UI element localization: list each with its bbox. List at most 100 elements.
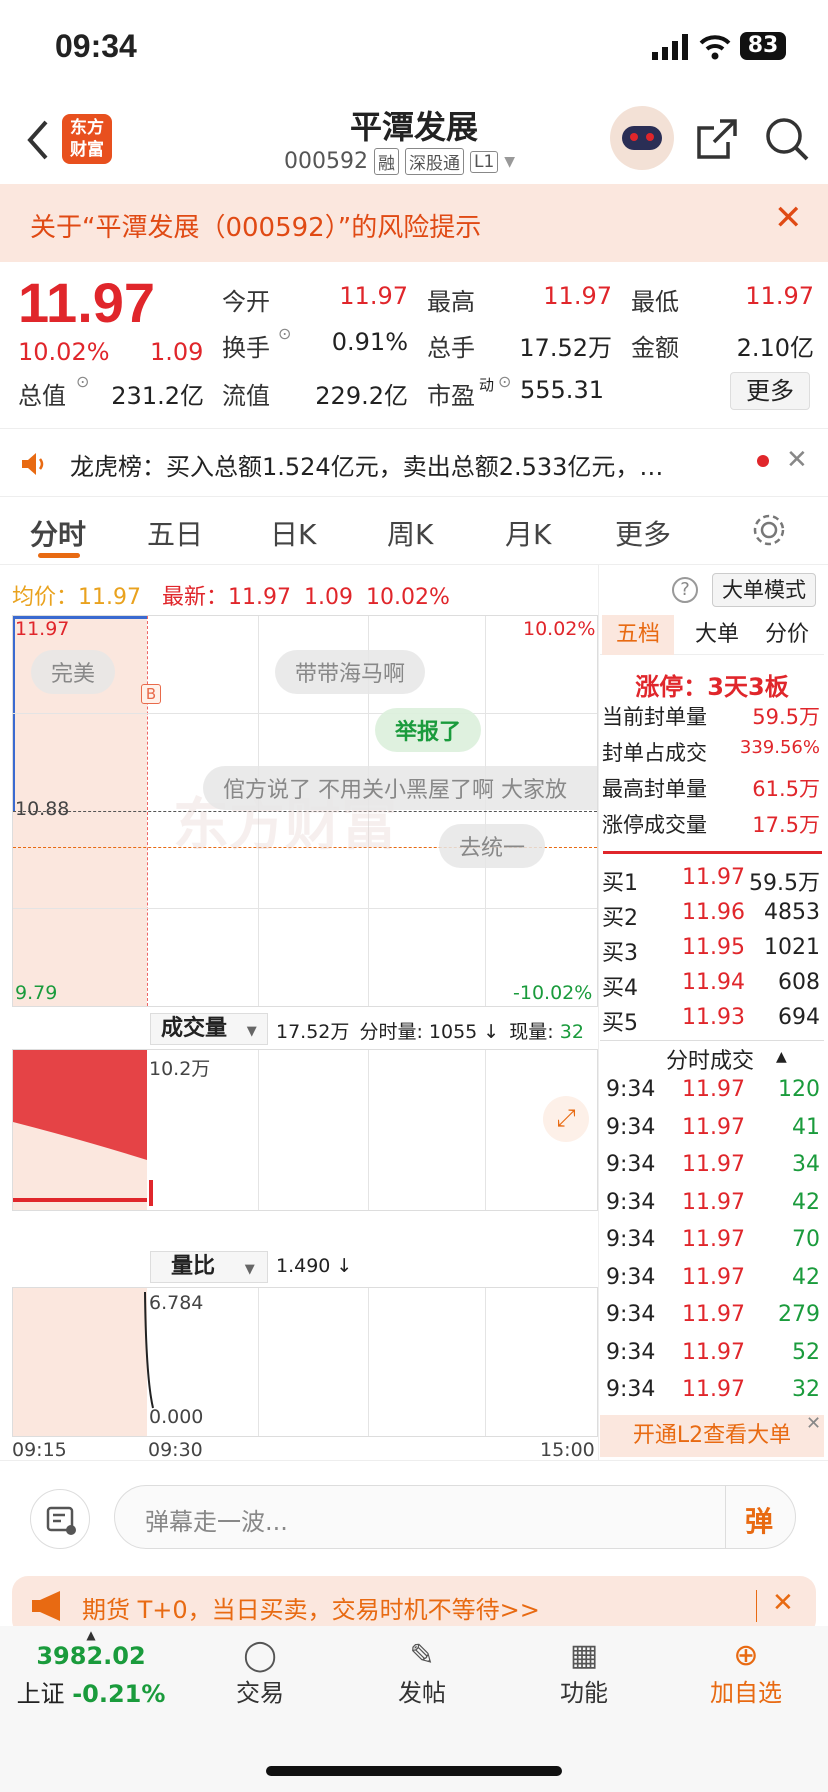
bid-row[interactable]: 买3 11.95 1021 — [602, 935, 822, 971]
stock-code-line[interactable]: 000592 融 深股通 L1 ▼ — [284, 148, 515, 175]
bid-row[interactable]: 买2 11.96 4853 — [602, 900, 822, 936]
limit-up-row: 涨停成交量 17.5万 — [602, 809, 822, 845]
danmaku-send-button[interactable]: 弹 — [745, 1500, 773, 1540]
volume-selector[interactable]: 成交量 ▼ — [150, 1013, 268, 1045]
notice-bar[interactable]: 龙虎榜：买入总额1.524亿元，卖出总额2.533亿元，… ✕ — [0, 428, 828, 497]
tag-margin: 融 — [373, 148, 399, 175]
caret-down-icon: ▼ — [246, 1024, 257, 1039]
tick-price: 11.97 — [682, 1077, 745, 1102]
tab-day-k[interactable]: 日K — [270, 513, 316, 553]
amount-value: 2.10亿 — [736, 334, 814, 362]
bid-price: 11.94 — [682, 970, 745, 995]
amount-label: 金额 — [631, 334, 679, 362]
danmaku-bubble: 带带海马啊 — [275, 650, 426, 694]
high-value: 11.97 — [543, 282, 612, 310]
bid-price: 11.93 — [682, 1005, 745, 1030]
now-value: 32 — [559, 1021, 584, 1043]
close-icon[interactable]: ✕ — [772, 1588, 794, 1618]
danmaku-settings-icon[interactable] — [30, 1489, 90, 1549]
tab-level5[interactable]: 五档 — [602, 615, 674, 655]
volume-total: 17.52万 — [276, 1021, 350, 1043]
pct-bottom-label: -10.02% — [513, 982, 593, 1004]
tab-month-k[interactable]: 月K — [505, 513, 551, 553]
risk-banner[interactable]: 关于“平潭发展（000592）”的风险提示 ✕ — [0, 184, 828, 262]
close-icon[interactable]: ✕ — [806, 1413, 821, 1434]
volume-chart[interactable]: 10.2万 ⤢ — [12, 1049, 598, 1211]
search-icon[interactable] — [764, 116, 810, 162]
close-icon[interactable]: ✕ — [786, 445, 808, 475]
info-icon[interactable]: ⊙ — [76, 372, 89, 391]
pe-sup: 动 — [479, 376, 495, 394]
limit-up-label: 最高封单量 — [602, 777, 707, 801]
ratio-chart[interactable]: 6.784 0.000 — [12, 1287, 598, 1437]
bid-volume: 4853 — [764, 900, 820, 925]
wifi-icon — [699, 35, 731, 60]
help-icon[interactable]: ? — [672, 577, 698, 603]
nav-functions[interactable]: ▦ 功能 — [514, 1638, 654, 1708]
bid-label: 买4 — [602, 976, 638, 1001]
bid-row[interactable]: 买1 11.97 59.5万 — [602, 865, 822, 901]
info-icon[interactable]: ⊙ — [498, 372, 511, 391]
info-icon[interactable]: ⊙ — [278, 324, 291, 343]
tick-row: 9:34 11.97 42 — [606, 1265, 824, 1303]
tick-volume: 32 — [792, 1377, 820, 1402]
tab-price-dist[interactable]: 分价 — [752, 615, 822, 655]
bid-label: 买5 — [602, 1011, 638, 1036]
bid-row[interactable]: 买5 11.93 694 — [602, 1005, 822, 1041]
high-label: 最高 — [427, 288, 475, 316]
tick-row: 9:34 11.97 70 — [606, 1227, 824, 1265]
limit-up-row: 最高封单量 61.5万 — [602, 773, 822, 809]
market-index[interactable]: ▲ 3982.02 上证 -0.21% — [16, 1628, 166, 1709]
nav-post[interactable]: ✎ 发帖 — [352, 1638, 492, 1708]
price-chart[interactable]: 11.97 10.88 9.79 10.02% -10.02% B 东方财富 完… — [12, 615, 598, 1007]
expand-icon[interactable]: ⤢ — [543, 1096, 589, 1142]
tab-indicator — [38, 553, 80, 558]
tab-five-day[interactable]: 五日 — [147, 513, 203, 553]
danmaku-input[interactable]: 弹幕走一波... 弹 — [114, 1485, 796, 1549]
bid-volume: 694 — [778, 1005, 820, 1030]
gear-icon[interactable] — [752, 513, 786, 547]
nav-add-watchlist[interactable]: ⊕ 加自选 — [676, 1638, 816, 1708]
more-button[interactable]: 更多 — [730, 372, 810, 410]
per-min-value: 1055 ↓ — [428, 1021, 500, 1043]
index-name: 上证 — [16, 1680, 65, 1708]
tick-volume: 34 — [792, 1152, 820, 1177]
close-icon[interactable]: ✕ — [774, 198, 803, 238]
battery-icon: 83 — [740, 32, 786, 60]
bid-label: 买2 — [602, 906, 638, 931]
tick-volume: 52 — [792, 1339, 820, 1365]
bid-label: 买3 — [602, 941, 638, 966]
ratio-bottom-label: 0.000 — [149, 1406, 204, 1428]
ratio-selector[interactable]: 量比 ▼ — [150, 1251, 268, 1283]
y-top-label: 11.97 — [15, 618, 70, 640]
open-label: 今开 — [222, 288, 270, 316]
ticks-title[interactable]: 分时成交 — [666, 1043, 754, 1075]
notice-text: 龙虎榜：买入总额1.524亿元，卖出总额2.533亿元，… — [70, 453, 664, 481]
limit-up-row: 封单占成交 339.56% — [602, 737, 822, 773]
robot-avatar-icon[interactable] — [610, 106, 674, 170]
buy-marker[interactable]: B — [141, 684, 161, 704]
tab-intraday[interactable]: 分时 — [30, 513, 86, 553]
pct-top-label: 10.02% — [523, 618, 596, 640]
tab-more[interactable]: 更多 — [615, 513, 671, 553]
tick-price: 11.97 — [682, 1152, 745, 1177]
tick-price: 11.97 — [682, 1264, 745, 1290]
status-time: 09:34 — [55, 28, 137, 64]
share-icon[interactable] — [696, 118, 738, 160]
big-order-mode-button[interactable]: 大单模式 — [712, 573, 816, 607]
price-line-drop — [13, 616, 15, 812]
latest-pct: 10.02% — [365, 585, 450, 610]
tab-week-k[interactable]: 周K — [387, 513, 433, 553]
danmaku-bubble: 倌方说了 不用关小黑屋了啊 大家放 — [203, 766, 597, 810]
bid-row[interactable]: 买4 11.94 608 — [602, 970, 822, 1006]
limit-up-value: 59.5万 — [752, 705, 820, 729]
nav-trade[interactable]: ◯ 交易 — [190, 1638, 330, 1708]
limit-up-label: 封单占成交 — [602, 741, 707, 765]
volume-value: 17.52万 — [519, 334, 612, 362]
l2-banner[interactable]: 开通L2查看大单 — [600, 1415, 824, 1457]
tick-price: 11.97 — [682, 1227, 745, 1252]
bid-volume: 1021 — [764, 935, 820, 960]
tick-row: 9:34 11.97 42 — [606, 1190, 824, 1228]
tab-big-order[interactable]: 大单 — [682, 615, 752, 655]
tick-volume: 120 — [778, 1077, 820, 1102]
